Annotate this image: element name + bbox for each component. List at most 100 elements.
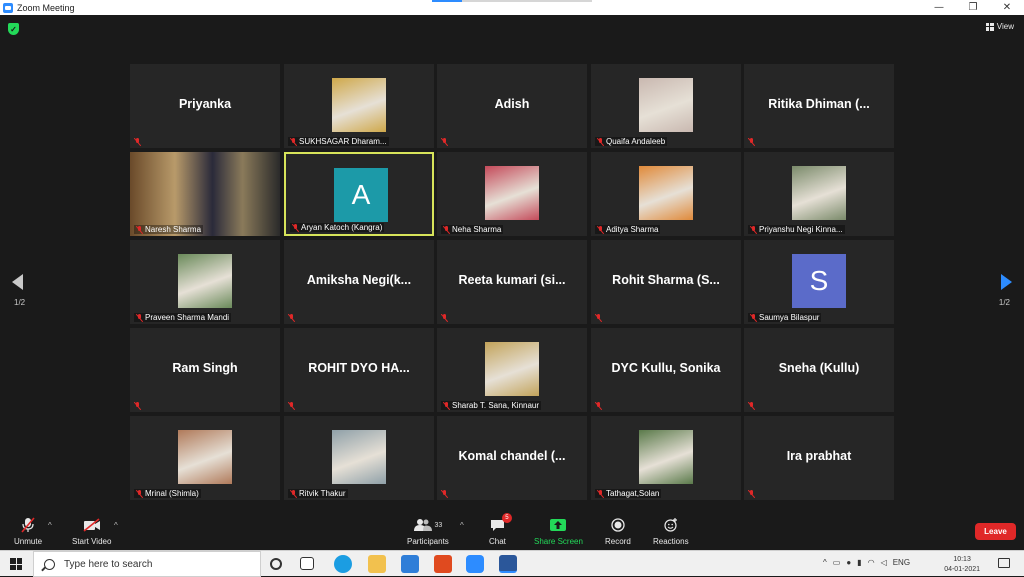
mic-muted-icon xyxy=(595,402,602,410)
share-screen-icon xyxy=(550,519,567,531)
participant-tile[interactable]: Sneha (Kullu) xyxy=(744,328,894,412)
participant-name: Amiksha Negi(k... xyxy=(306,273,412,287)
participant-label: Aditya Sharma xyxy=(595,225,661,234)
clock[interactable]: 10:13 04-01-2021 xyxy=(944,555,980,575)
minimize-button[interactable]: — xyxy=(922,0,956,15)
participant-tile[interactable]: Ritika Dhiman (... xyxy=(744,64,894,148)
video-options-chevron-icon[interactable]: ^ xyxy=(114,521,118,530)
participant-tile[interactable]: Reeta kumari (si... xyxy=(437,240,587,324)
system-tray: ^ ▭ ● ▮ ◠ ◁ ENG xyxy=(823,558,910,567)
participants-button[interactable]: 33 Participants xyxy=(407,516,449,546)
participant-label xyxy=(288,402,295,410)
zoom-taskbar-icon[interactable] xyxy=(466,555,484,573)
participant-label: Aryan Katoch (Kangra) xyxy=(290,223,385,232)
participant-profile-photo xyxy=(792,166,846,220)
next-page-icon[interactable] xyxy=(1001,274,1012,290)
participant-label: Tathagat,Solan xyxy=(595,489,662,498)
language-indicator[interactable]: ENG xyxy=(893,558,910,567)
record-button[interactable]: Record xyxy=(605,516,631,546)
office-icon[interactable] xyxy=(434,555,452,573)
wifi-icon[interactable]: ◠ xyxy=(868,558,875,567)
task-view-icon[interactable] xyxy=(300,557,314,570)
participants-options-chevron-icon[interactable]: ^ xyxy=(460,521,464,530)
view-button[interactable]: View xyxy=(985,22,1014,31)
mail-icon[interactable] xyxy=(401,555,419,573)
restore-button[interactable]: ❐ xyxy=(956,0,990,15)
mic-muted-icon xyxy=(441,314,448,322)
volume-icon[interactable]: ◁ xyxy=(881,558,887,567)
participant-label-text: Sharab T. Sana, Kinnaur xyxy=(452,401,540,410)
tray-app-icon[interactable]: ▭ xyxy=(833,558,841,567)
participant-tile[interactable]: Sharab T. Sana, Kinnaur xyxy=(437,328,587,412)
word-icon[interactable] xyxy=(499,555,517,573)
window-titlebar: Zoom Meeting — ❐ ✕ xyxy=(0,0,1024,15)
participant-profile-photo xyxy=(639,166,693,220)
participant-tile[interactable]: SUKHSAGAR Dharam... xyxy=(284,64,434,148)
tray-chevron-icon[interactable]: ^ xyxy=(823,558,827,567)
participant-label xyxy=(748,490,755,498)
participant-label xyxy=(441,314,448,322)
participants-count: 33 xyxy=(434,521,443,529)
participant-tile[interactable]: Aditya Sharma xyxy=(591,152,741,236)
participant-label-text: Saumya Bilaspur xyxy=(759,313,820,322)
start-video-button[interactable]: Start Video xyxy=(72,516,111,546)
close-button[interactable]: ✕ xyxy=(990,0,1024,15)
windows-taskbar: Type here to search ^ ▭ ● ▮ ◠ ◁ ENG 10:1… xyxy=(0,550,1024,577)
leave-button[interactable]: Leave xyxy=(975,523,1016,540)
participant-tile[interactable]: Mrinal (Shimla) xyxy=(130,416,280,500)
participant-tile[interactable]: Priyanka xyxy=(130,64,280,148)
security-shield-icon[interactable]: ✓ xyxy=(8,23,19,35)
cortana-icon[interactable] xyxy=(270,558,282,570)
participant-label-text: Ritvik Thakur xyxy=(299,489,346,498)
participant-label xyxy=(288,314,295,322)
title-drag-indicator xyxy=(432,0,592,2)
participant-label xyxy=(595,402,602,410)
mic-muted-icon xyxy=(597,137,604,146)
file-explorer-icon[interactable] xyxy=(368,555,386,573)
participant-tile[interactable]: Ritvik Thakur xyxy=(284,416,434,500)
taskbar-search-box[interactable]: Type here to search xyxy=(33,551,261,577)
mic-muted-icon xyxy=(441,138,448,146)
audio-options-chevron-icon[interactable]: ^ xyxy=(48,521,52,530)
chat-button[interactable]: 5 Chat xyxy=(489,513,512,546)
mic-muted-icon xyxy=(288,314,295,322)
participant-tile[interactable]: Tathagat,Solan xyxy=(591,416,741,500)
participant-tile[interactable]: DYC Kullu, Sonika xyxy=(591,328,741,412)
participant-tile[interactable]: Naresh Sharma xyxy=(130,152,280,236)
mic-muted-icon xyxy=(443,225,450,234)
participant-tile[interactable]: Ira prabhat xyxy=(744,416,894,500)
participant-name: ROHIT DYO HA... xyxy=(308,361,410,375)
windows-start-icon[interactable] xyxy=(10,558,22,570)
participant-tile[interactable]: A Aryan Katoch (Kangra) xyxy=(284,152,434,236)
notifications-icon[interactable] xyxy=(998,558,1010,568)
participant-tile[interactable]: Komal chandel (... xyxy=(437,416,587,500)
unmute-button[interactable]: Unmute xyxy=(14,516,42,546)
record-label: Record xyxy=(605,537,631,546)
participant-label-text: SUKHSAGAR Dharam... xyxy=(299,137,387,146)
share-screen-button[interactable]: Share Screen xyxy=(534,516,583,546)
participant-label: Praveen Sharma Mandi xyxy=(134,313,232,322)
participant-tile[interactable]: Neha Sharma xyxy=(437,152,587,236)
participant-tile[interactable]: Praveen Sharma Mandi xyxy=(130,240,280,324)
participant-tile[interactable]: Priyanshu Negi Kinna... xyxy=(744,152,894,236)
participant-tile[interactable]: Adish xyxy=(437,64,587,148)
participant-label xyxy=(748,402,755,410)
participant-label xyxy=(441,138,448,146)
participant-label-text: Tathagat,Solan xyxy=(606,489,660,498)
mic-muted-icon xyxy=(748,402,755,410)
participant-tile[interactable]: Ram Singh xyxy=(130,328,280,412)
participant-tile[interactable]: Quaifa Andaleeb xyxy=(591,64,741,148)
participant-tile[interactable]: ROHIT DYO HA... xyxy=(284,328,434,412)
battery-icon[interactable]: ▮ xyxy=(857,558,861,567)
participant-tile[interactable]: Amiksha Negi(k... xyxy=(284,240,434,324)
previous-page-icon[interactable] xyxy=(12,274,23,290)
participant-tile[interactable]: S Saumya Bilaspur xyxy=(744,240,894,324)
participant-name: Sneha (Kullu) xyxy=(778,361,860,375)
reactions-button[interactable]: Reactions xyxy=(653,516,689,546)
participant-tile[interactable]: Rohit Sharma (S... xyxy=(591,240,741,324)
page-indicator-right: 1/2 xyxy=(998,298,1010,307)
edge-browser-icon[interactable] xyxy=(334,555,352,573)
participant-profile-photo xyxy=(485,166,539,220)
microphone-tray-icon[interactable]: ● xyxy=(846,558,851,567)
participant-label: Mrinal (Shimla) xyxy=(134,489,201,498)
